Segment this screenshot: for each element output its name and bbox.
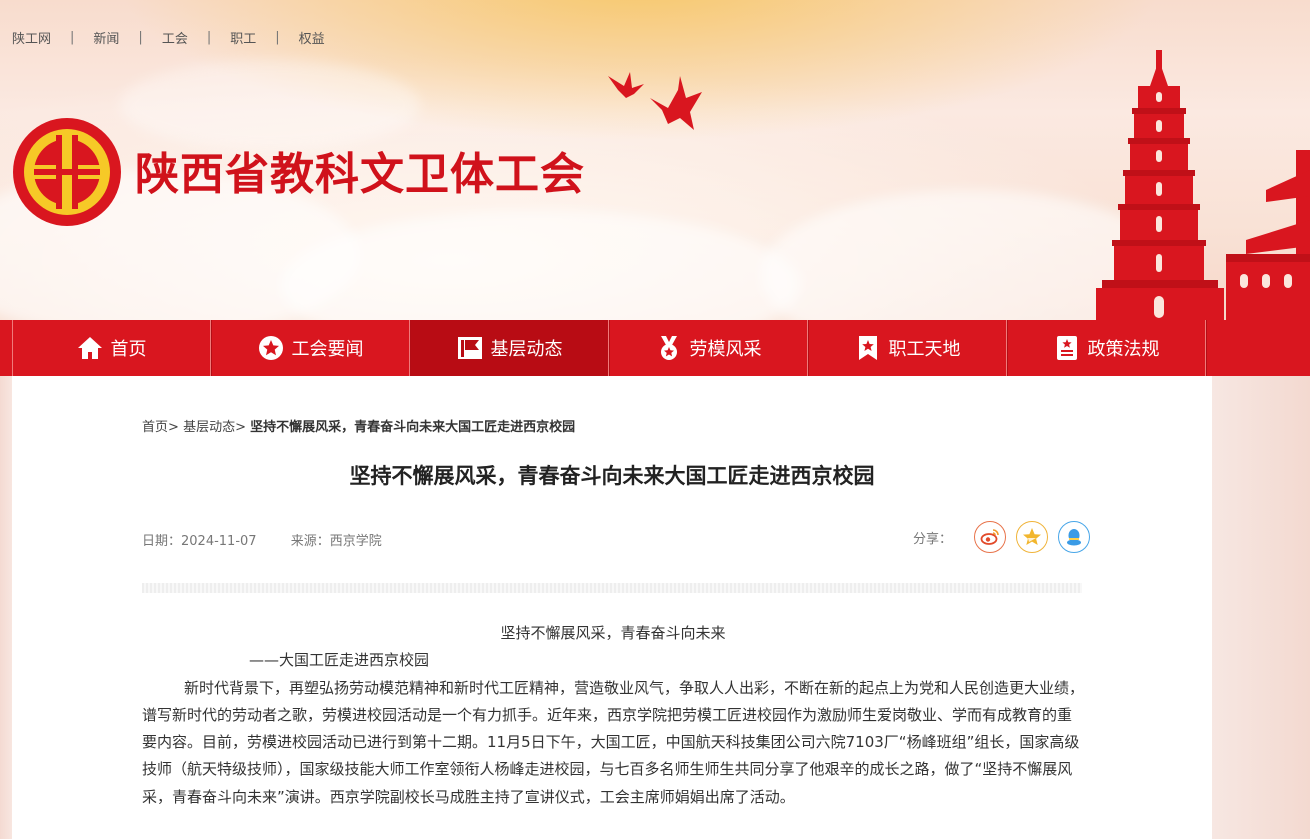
separator: |: [138, 30, 143, 45]
nav-item-union-news[interactable]: 工会要闻: [211, 320, 410, 376]
nav-label: 职工天地: [888, 339, 961, 360]
top-link-rights[interactable]: 权益: [299, 28, 325, 47]
qq-icon: [1067, 529, 1082, 546]
nav-label: 劳模风采: [689, 339, 762, 360]
article-container: 首页> 基层动态> 坚持不懈展风采，青春奋斗向未来大国工匠走进西京校园 坚持不懈…: [12, 376, 1212, 839]
nav-item-model-workers[interactable]: 劳模风采: [609, 320, 808, 376]
breadcrumb: 首页> 基层动态> 坚持不懈展风采，青春奋斗向未来大国工匠走进西京校园: [142, 416, 575, 435]
nav-label: 工会要闻: [291, 339, 364, 360]
top-link-union[interactable]: 工会: [162, 28, 188, 47]
main-nav: 首页 工会要闻 基层动态 劳模风采 职工天地 政策法规: [0, 320, 1310, 376]
nav-label: 首页: [110, 339, 147, 360]
article-paragraph: 新时代背景下，再塑弘扬劳动模范精神和新时代工匠精神，营造敬业风气，争取人人出彩，…: [142, 678, 1085, 806]
top-link-news[interactable]: 新闻: [93, 28, 119, 47]
separator: |: [206, 30, 212, 45]
separator: |: [70, 30, 75, 45]
article-subtitle: 坚持不懈展风采，青春奋斗向未来: [500, 624, 726, 642]
top-link-workers[interactable]: 职工: [230, 28, 256, 47]
nav-item-workers-world[interactable]: 职工天地: [808, 320, 1007, 376]
doves-decoration: [608, 72, 702, 130]
breadcrumb-section[interactable]: 基层动态: [183, 420, 235, 435]
breadcrumb-home[interactable]: 首页: [142, 420, 168, 435]
cloud-decoration: [280, 210, 800, 320]
star-circle-icon: [258, 336, 283, 360]
flag-icon: [457, 337, 482, 359]
top-links: 陕工网 | 新闻 | 工会 | 职工 | 权益: [12, 28, 325, 47]
qzone-icon: [1023, 528, 1042, 545]
tower-decoration: [1226, 150, 1310, 320]
breadcrumb-separator: >: [168, 420, 179, 435]
article-date: 日期：2024-11-07: [142, 534, 257, 549]
separator: |: [275, 30, 280, 45]
share-weibo-button[interactable]: [974, 521, 1007, 553]
pagoda-decoration: [1096, 50, 1224, 320]
share-label: 分享：: [913, 531, 953, 547]
nav-label: 基层动态: [490, 339, 563, 360]
top-link-shangongwang[interactable]: 陕工网: [12, 28, 51, 47]
article-subtitle-2: ——大国工匠走进西京校园: [249, 651, 430, 670]
breadcrumb-separator: >: [235, 420, 246, 435]
breadcrumb-current: 坚持不懈展风采，青春奋斗向未来大国工匠走进西京校园: [250, 420, 576, 435]
article-meta: 日期：2024-11-07 来源：西京学院: [142, 530, 382, 549]
divider: [142, 583, 1082, 593]
share-qq-button[interactable]: [1058, 521, 1091, 553]
bookmark-star-icon: [858, 336, 877, 360]
site-title: 陕西省教科文卫体工会: [135, 149, 585, 200]
nav-label: 政策法规: [1087, 339, 1160, 360]
nav-filler: [1206, 320, 1310, 376]
share-qzone-button[interactable]: [1016, 521, 1049, 553]
home-icon: [77, 337, 102, 359]
article-body: 坚持不懈展风采，青春奋斗向未来 ——大国工匠走进西京校园 新时代背景下，再塑弘扬…: [142, 620, 1084, 811]
trade-union-logo[interactable]: [12, 117, 122, 227]
nav-item-policies[interactable]: 政策法规: [1007, 320, 1206, 376]
cloud-decoration: [120, 60, 420, 150]
weibo-icon: [980, 529, 999, 545]
article-title: 坚持不懈展风采，青春奋斗向未来大国工匠走进西京校园: [349, 464, 875, 488]
medal-icon: [660, 336, 677, 360]
nav-item-home[interactable]: 首页: [12, 320, 211, 376]
share-bar: 分享：: [913, 521, 1091, 553]
header-banner: 陕工网 | 新闻 | 工会 | 职工 | 权益 陕西省教科文卫体工会: [0, 0, 1310, 320]
article-source: 来源：西京学院: [290, 534, 382, 549]
nav-item-grassroots[interactable]: 基层动态: [410, 320, 609, 376]
document-star-icon: [1056, 336, 1077, 360]
